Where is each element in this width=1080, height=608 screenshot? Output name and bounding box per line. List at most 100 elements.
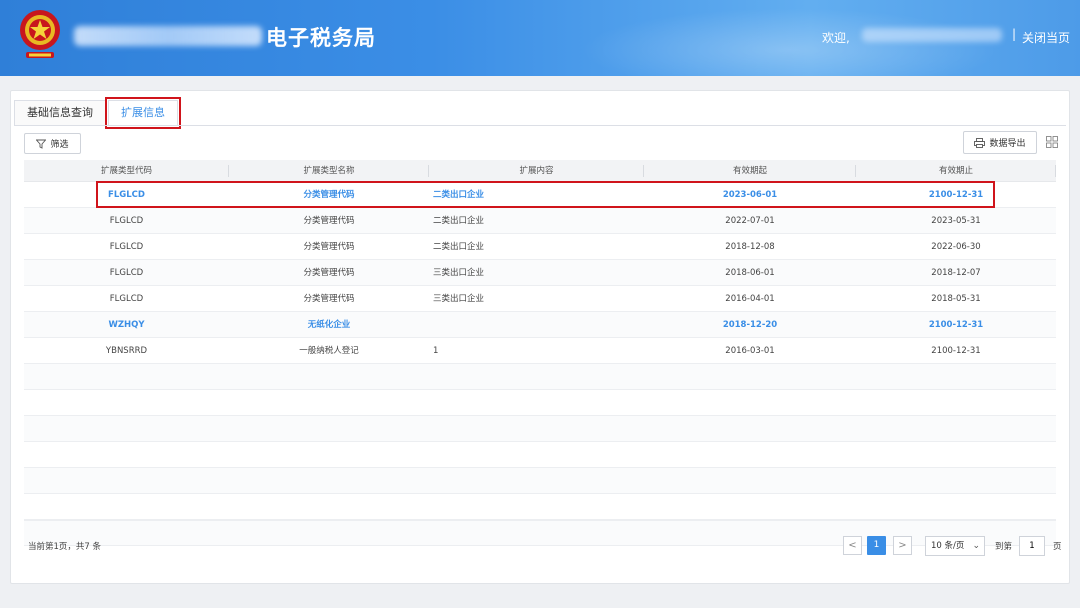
page-size-value: 10 条/页 [931, 541, 965, 551]
close-page-link[interactable]: 关闭当页 [1022, 29, 1070, 46]
cell-content: 三类出口企业 [433, 294, 485, 304]
column-header-valid-to[interactable]: 有效期止 [856, 160, 1056, 181]
prev-page-button[interactable]: < [843, 536, 862, 555]
cell-valid-to [856, 442, 1056, 467]
cell-valid-from [644, 442, 856, 467]
page-size-select[interactable]: 10 条/页 ⌄ [925, 536, 985, 556]
table-row[interactable]: FLGLCD 分类管理代码 二类出口企业 2018-12-08 2022-06-30 [24, 234, 1056, 260]
cell-type-code: FLGLCD [109, 242, 144, 252]
table-row[interactable] [24, 416, 1056, 442]
printer-icon [974, 137, 986, 148]
goto-page-label: 到第 [995, 542, 1013, 552]
cell-valid-from: 2018-12-08 [725, 242, 775, 252]
table-row[interactable]: YBNSRRD 一般纳税人登记 1 2016-03-01 2100-12-31 [24, 338, 1056, 364]
table-row[interactable]: WZHQY 无纸化企业 2018-12-20 2100-12-31 [24, 312, 1056, 338]
table-row[interactable] [24, 390, 1056, 416]
cell-type-code [24, 468, 229, 493]
cell-valid-from [644, 494, 856, 519]
goto-page-input[interactable] [1019, 536, 1045, 556]
cell-type-name: 无纸化企业 [307, 320, 351, 330]
cell-valid-from: 2018-06-01 [725, 268, 775, 278]
cell-type-name: 分类管理代码 [303, 242, 355, 252]
cell-type-code: YBNSRRD [105, 346, 148, 356]
cell-content [429, 312, 644, 337]
cell-type-code [24, 390, 229, 415]
filter-button-label: 筛选 [50, 140, 69, 150]
user-name-redacted [862, 28, 1002, 42]
chevron-down-icon: ⌄ [972, 541, 980, 551]
cell-valid-to: 2018-05-31 [931, 294, 981, 304]
cell-type-name: 分类管理代码 [303, 216, 355, 226]
cell-valid-from [644, 468, 856, 493]
tab-extended-info[interactable]: 扩展信息 [105, 97, 181, 129]
cell-content [429, 520, 644, 545]
table-row[interactable] [24, 468, 1056, 494]
cell-type-name [229, 364, 429, 389]
welcome-text: 欢迎, [822, 31, 850, 45]
cell-valid-to [856, 468, 1056, 493]
cell-valid-from [644, 520, 856, 545]
column-header-valid-from[interactable]: 有效期起 [644, 160, 856, 181]
cell-type-code [24, 442, 229, 467]
table-body: FLGLCD 分类管理代码 二类出口企业 2023-06-01 2100-12-31 FL… [24, 182, 1056, 546]
cell-type-name [229, 520, 429, 545]
footer-divider [24, 520, 1056, 521]
cell-type-code [24, 416, 229, 441]
cell-type-name [229, 390, 429, 415]
cell-valid-to: 2023-05-31 [931, 216, 981, 226]
next-page-button[interactable]: > [893, 536, 912, 555]
cell-valid-to: 2100-12-31 [931, 346, 981, 356]
cell-content [429, 364, 644, 389]
tax-emblem-icon [20, 10, 60, 58]
page-number-1[interactable]: 1 [867, 536, 886, 555]
cell-type-code [24, 364, 229, 389]
cell-type-name: 分类管理代码 [303, 268, 355, 278]
column-header-content[interactable]: 扩展内容 [429, 160, 644, 181]
cell-type-name: 一般纳税人登记 [299, 346, 359, 356]
data-export-label: 数据导出 [989, 139, 1026, 149]
cell-valid-from [644, 364, 856, 389]
tab-basic-info-query[interactable]: 基础信息查询 [14, 100, 106, 126]
cell-valid-to: 2022-06-30 [931, 242, 981, 252]
cell-type-name [229, 494, 429, 519]
table-header: 扩展类型代码 扩展类型名称 扩展内容 有效期起 有效期止 [24, 160, 1056, 182]
banner-decoration [580, 8, 1000, 76]
table-row[interactable]: FLGLCD 分类管理代码 三类出口企业 2016-04-01 2018-05-31 [24, 286, 1056, 312]
cell-valid-from: 2018-12-20 [722, 320, 778, 330]
cell-type-name [229, 442, 429, 467]
cell-valid-from [644, 416, 856, 441]
cell-type-code: FLGLCD [109, 268, 144, 278]
column-header-type-code[interactable]: 扩展类型代码 [24, 160, 229, 181]
cell-valid-from [644, 390, 856, 415]
table-row[interactable] [24, 494, 1056, 520]
cell-type-name [229, 416, 429, 441]
cell-valid-from: 2022-07-01 [725, 216, 775, 226]
cell-content [429, 416, 644, 441]
table-row[interactable]: FLGLCD 分类管理代码 二类出口企业 2022-07-01 2023-05-31 [24, 208, 1056, 234]
cell-type-code: WZHQY [108, 320, 145, 330]
table-row[interactable] [24, 364, 1056, 390]
app-title: 电子税务局 [266, 26, 376, 50]
cell-valid-to: 2018-12-07 [931, 268, 981, 278]
cell-content [429, 390, 644, 415]
column-header-type-name[interactable]: 扩展类型名称 [229, 160, 429, 181]
data-export-button[interactable]: 数据导出 [963, 131, 1037, 154]
table-row[interactable]: FLGLCD 分类管理代码 三类出口企业 2018-06-01 2018-12-07 [24, 260, 1056, 286]
highlight-annotation-box [96, 181, 995, 208]
tab-divider [14, 125, 1066, 126]
page-unit-label: 页 [1053, 542, 1062, 552]
page-info-text: 当前第1页，共7 条 [28, 542, 102, 552]
cell-type-name [229, 468, 429, 493]
cell-type-code [24, 494, 229, 519]
taxpayer-name-redacted [74, 26, 262, 46]
cell-valid-to [856, 416, 1056, 441]
cell-content [429, 468, 644, 493]
table-row[interactable] [24, 442, 1056, 468]
filter-funnel-icon [36, 139, 47, 149]
cell-content [429, 442, 644, 467]
cell-content: 三类出口企业 [433, 268, 485, 278]
column-settings-grid-icon[interactable] [1046, 136, 1058, 148]
cell-type-name: 分类管理代码 [303, 294, 355, 304]
cell-valid-to [856, 390, 1056, 415]
filter-button[interactable]: 筛选 [24, 133, 81, 154]
